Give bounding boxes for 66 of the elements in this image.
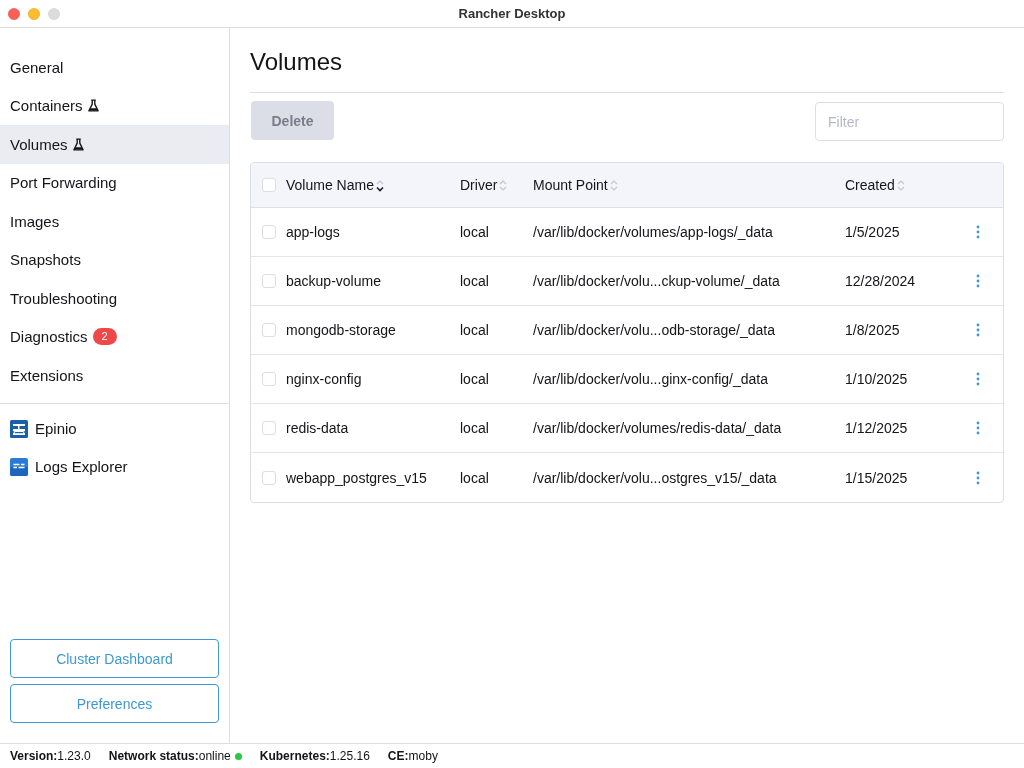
column-header[interactable]: Mount Point	[533, 177, 618, 193]
page-title: Volumes	[250, 47, 343, 77]
table-cell: backup-volume	[286, 273, 381, 289]
table-cell: local	[460, 469, 489, 486]
row-checkbox[interactable]	[262, 421, 276, 435]
minimize-icon[interactable]	[28, 7, 40, 20]
notification-badge: 2	[92, 328, 117, 346]
table-cell: 1/15/2025	[845, 469, 908, 486]
filter-field[interactable]: Filter	[815, 102, 1004, 141]
more-options-icon[interactable]	[976, 225, 980, 239]
table-cell: /var/lib/docker/volu...ginx-config/_data	[533, 371, 768, 387]
row-checkbox[interactable]	[262, 372, 276, 386]
nav-item[interactable]: General	[0, 48, 229, 87]
nav-item[interactable]: Extensions	[0, 356, 229, 395]
sort-icon[interactable]	[375, 178, 384, 192]
status-text: Kubernetes:1.25.16	[259, 749, 370, 763]
nav-item[interactable]: Snapshots	[0, 240, 229, 279]
more-options-icon[interactable]	[976, 323, 980, 337]
row-checkbox[interactable]	[262, 470, 276, 485]
maximize-icon[interactable]	[48, 7, 60, 20]
nav-item[interactable]: Images	[0, 202, 229, 241]
table-cell: /var/lib/docker/volumes/app-logs/_data	[533, 224, 773, 240]
more-options-icon[interactable]	[976, 470, 980, 485]
column-header[interactable]: Volume Name	[286, 177, 384, 193]
table-cell: /var/lib/docker/volumes/redis-data/_data	[533, 420, 782, 436]
row-checkbox[interactable]	[262, 323, 276, 337]
table-cell: /var/lib/docker/volu...ckup-volume/_data	[533, 273, 780, 289]
more-options-icon[interactable]	[976, 274, 980, 288]
nav-item[interactable]: Port Forwarding	[0, 163, 229, 202]
close-icon[interactable]	[8, 7, 20, 20]
table-cell: 1/8/2025	[845, 322, 900, 338]
nav-item[interactable]: Containers	[0, 86, 229, 125]
table-cell: local	[460, 224, 489, 240]
column-header[interactable]: Created	[845, 177, 905, 193]
status-text: Network status:online	[108, 749, 231, 763]
table-cell: mongodb-storage	[286, 322, 396, 338]
table-cell: local	[460, 322, 489, 338]
table-cell: webapp_postgres_v15	[286, 469, 427, 486]
table-cell: 1/12/2025	[845, 420, 908, 436]
column-header[interactable]: Driver	[460, 177, 508, 193]
nav-item[interactable]: Volumes	[0, 125, 229, 164]
nav-item[interactable]: Troubleshooting	[0, 279, 229, 318]
tile-icon	[10, 419, 28, 438]
table-cell: local	[460, 420, 489, 436]
row-checkbox[interactable]	[262, 274, 276, 288]
row-checkbox[interactable]	[262, 225, 276, 239]
more-options-icon[interactable]	[976, 372, 980, 386]
select-all-checkbox[interactable]	[262, 178, 276, 192]
table-cell: /var/lib/docker/volu...odb-storage/_data	[533, 322, 776, 338]
table-cell: 1/10/2025	[845, 371, 908, 387]
table-cell: 1/5/2025	[845, 224, 900, 240]
status-text: Version:1.23.0	[10, 749, 91, 763]
table-cell: local	[460, 273, 489, 289]
table-cell: redis-data	[286, 420, 349, 436]
text-lines-icon	[10, 457, 28, 476]
table-cell: 12/28/2024	[845, 273, 916, 289]
window-title: Rancher Desktop	[458, 6, 566, 21]
table-cell: local	[460, 371, 489, 387]
more-options-icon[interactable]	[976, 421, 980, 435]
extension-item[interactable]: Epinio	[0, 409, 229, 448]
table-cell: /var/lib/docker/volu...ostgres_v15/_data	[533, 469, 777, 486]
table-cell: nginx-config	[286, 371, 362, 387]
table-cell: app-logs	[286, 224, 340, 240]
nav-item[interactable]: Diagnostics 2	[0, 317, 229, 356]
status-text: CE:moby	[387, 749, 438, 763]
extension-item[interactable]: Logs Explorer	[0, 447, 229, 486]
